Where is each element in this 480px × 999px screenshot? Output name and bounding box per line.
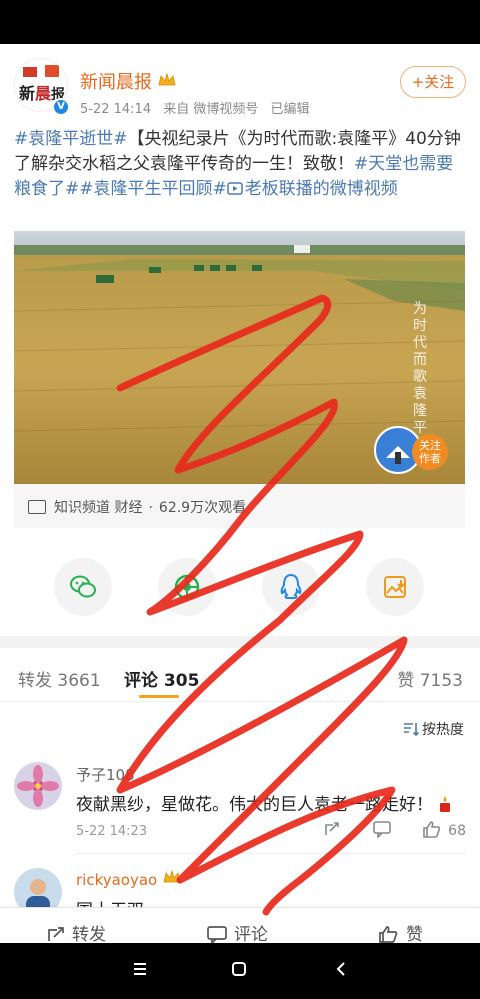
commenter-name[interactable]: 予子108 (76, 764, 135, 785)
hashtag-link[interactable]: #袁隆平逝世# (14, 129, 128, 149)
post-source: 来自 微博视频号 (163, 102, 259, 117)
verified-badge-icon: V (52, 98, 70, 116)
like-comment-icon[interactable] (422, 820, 442, 838)
tab-like[interactable]: 赞 7153 (397, 666, 463, 691)
meta-dot: · (148, 500, 153, 516)
like-button[interactable]: 赞 (378, 920, 423, 945)
comment-text-body: 夜献黑纱，星做花。伟大的巨人袁老一路走好！ (76, 795, 433, 815)
video-player[interactable]: 为时代而歌 袁隆平 关注 作者 (14, 231, 465, 484)
video-channel[interactable]: 知识频道 财经 (54, 500, 142, 516)
comment-label: 评论 (234, 925, 268, 945)
share-comment-icon[interactable] (323, 820, 341, 838)
tab-repost[interactable]: 转发 3661 (18, 666, 101, 691)
back-icon[interactable] (333, 961, 349, 977)
commenter-name-text: rickyaoyao (76, 871, 158, 889)
like-label: 赞 (406, 925, 423, 945)
follow-author-badge[interactable]: 关注 作者 (374, 426, 448, 478)
post-text: #袁隆平逝世#【央视纪录片《为时代而歌:袁隆平》40分钟了解杂交水稻之父袁隆平传… (14, 127, 466, 202)
status-bar (0, 0, 480, 44)
repost-label: 转发 (72, 925, 106, 945)
video-meta: 知识频道 财经 · 62.9万次观看 (14, 484, 465, 528)
active-tab-indicator (139, 695, 179, 698)
section-divider (0, 636, 480, 648)
comment-item: rickyaoyao 国士无双 (14, 868, 466, 921)
commenter-name[interactable]: rickyaoyao (76, 870, 181, 889)
candle-emoji-icon (440, 796, 450, 812)
commenter-avatar[interactable] (14, 762, 62, 810)
crown-icon (163, 870, 181, 883)
follow-author-label: 关注 作者 (412, 434, 448, 470)
menu-icon[interactable] (132, 961, 148, 977)
share-wechat-button[interactable] (54, 558, 112, 616)
video-views: 62.9万次观看 (158, 500, 247, 516)
repost-button[interactable]: 转发 (46, 920, 106, 945)
sort-icon (404, 723, 420, 737)
share-moments-button[interactable] (158, 558, 216, 616)
follow-button[interactable]: +关注 (400, 66, 466, 98)
sort-label: 按热度 (422, 722, 464, 738)
comment-button[interactable]: 评论 (206, 920, 268, 946)
svg-text:晨: 晨 (35, 84, 52, 103)
video-link[interactable]: 老板联播的微博视频 (227, 179, 398, 199)
share-qq-button[interactable] (262, 558, 320, 616)
qq-icon (280, 573, 302, 599)
post-date: 5-22 14:14 (80, 102, 152, 117)
wechat-icon (70, 575, 96, 598)
moments-icon (174, 574, 200, 600)
save-image-button[interactable] (366, 558, 424, 616)
video-overlay-title: 为时代而歌 袁隆平 (413, 301, 427, 436)
comment-icon (207, 926, 227, 946)
video-icon (28, 500, 46, 514)
comment-text: 夜献黑纱，星做花。伟大的巨人袁老一路走好！ (76, 790, 453, 815)
video-link-text: 老板联播的微博视频 (244, 179, 398, 199)
video-link-icon (227, 182, 243, 195)
comment-like-count: 68 (448, 823, 466, 839)
interaction-tabs: 转发 3661 评论 305 赞 7153 (0, 650, 480, 702)
post-edited[interactable]: 已编辑 (271, 102, 310, 117)
svg-text:新: 新 (19, 84, 35, 103)
repost-icon (48, 927, 64, 941)
tab-comment[interactable]: 评论 305 (124, 666, 199, 691)
author-name-text: 新闻晨报 (80, 72, 152, 93)
share-row (0, 558, 480, 618)
hashtag-link[interactable]: #袁隆平生平回顾# (79, 179, 227, 199)
crown-icon (158, 73, 176, 86)
like-icon (379, 926, 398, 943)
system-nav-bar (0, 943, 480, 999)
reply-comment-icon[interactable] (372, 820, 392, 839)
post-header: 新 晨 报 V 新闻晨报 5-22 14:14 来自 微博视频号 已编辑 +关注 (14, 58, 466, 118)
comment-actions: 68 (323, 820, 466, 839)
comment-time: 5-22 14:23 (76, 824, 148, 839)
save-image-icon (384, 576, 406, 598)
author-name[interactable]: 新闻晨报 (80, 68, 176, 94)
comment-divider (76, 853, 466, 854)
sort-by-heat-button[interactable]: 按热度 (403, 719, 464, 739)
bottom-action-bar: 转发 评论 赞 (0, 907, 480, 946)
comment-item: 予子108 夜献黑纱，星做花。伟大的巨人袁老一路走好！ 5-22 14:23 6… (14, 762, 466, 842)
home-icon[interactable] (231, 961, 247, 977)
post-meta: 5-22 14:14 来自 微博视频号 已编辑 (80, 98, 318, 117)
